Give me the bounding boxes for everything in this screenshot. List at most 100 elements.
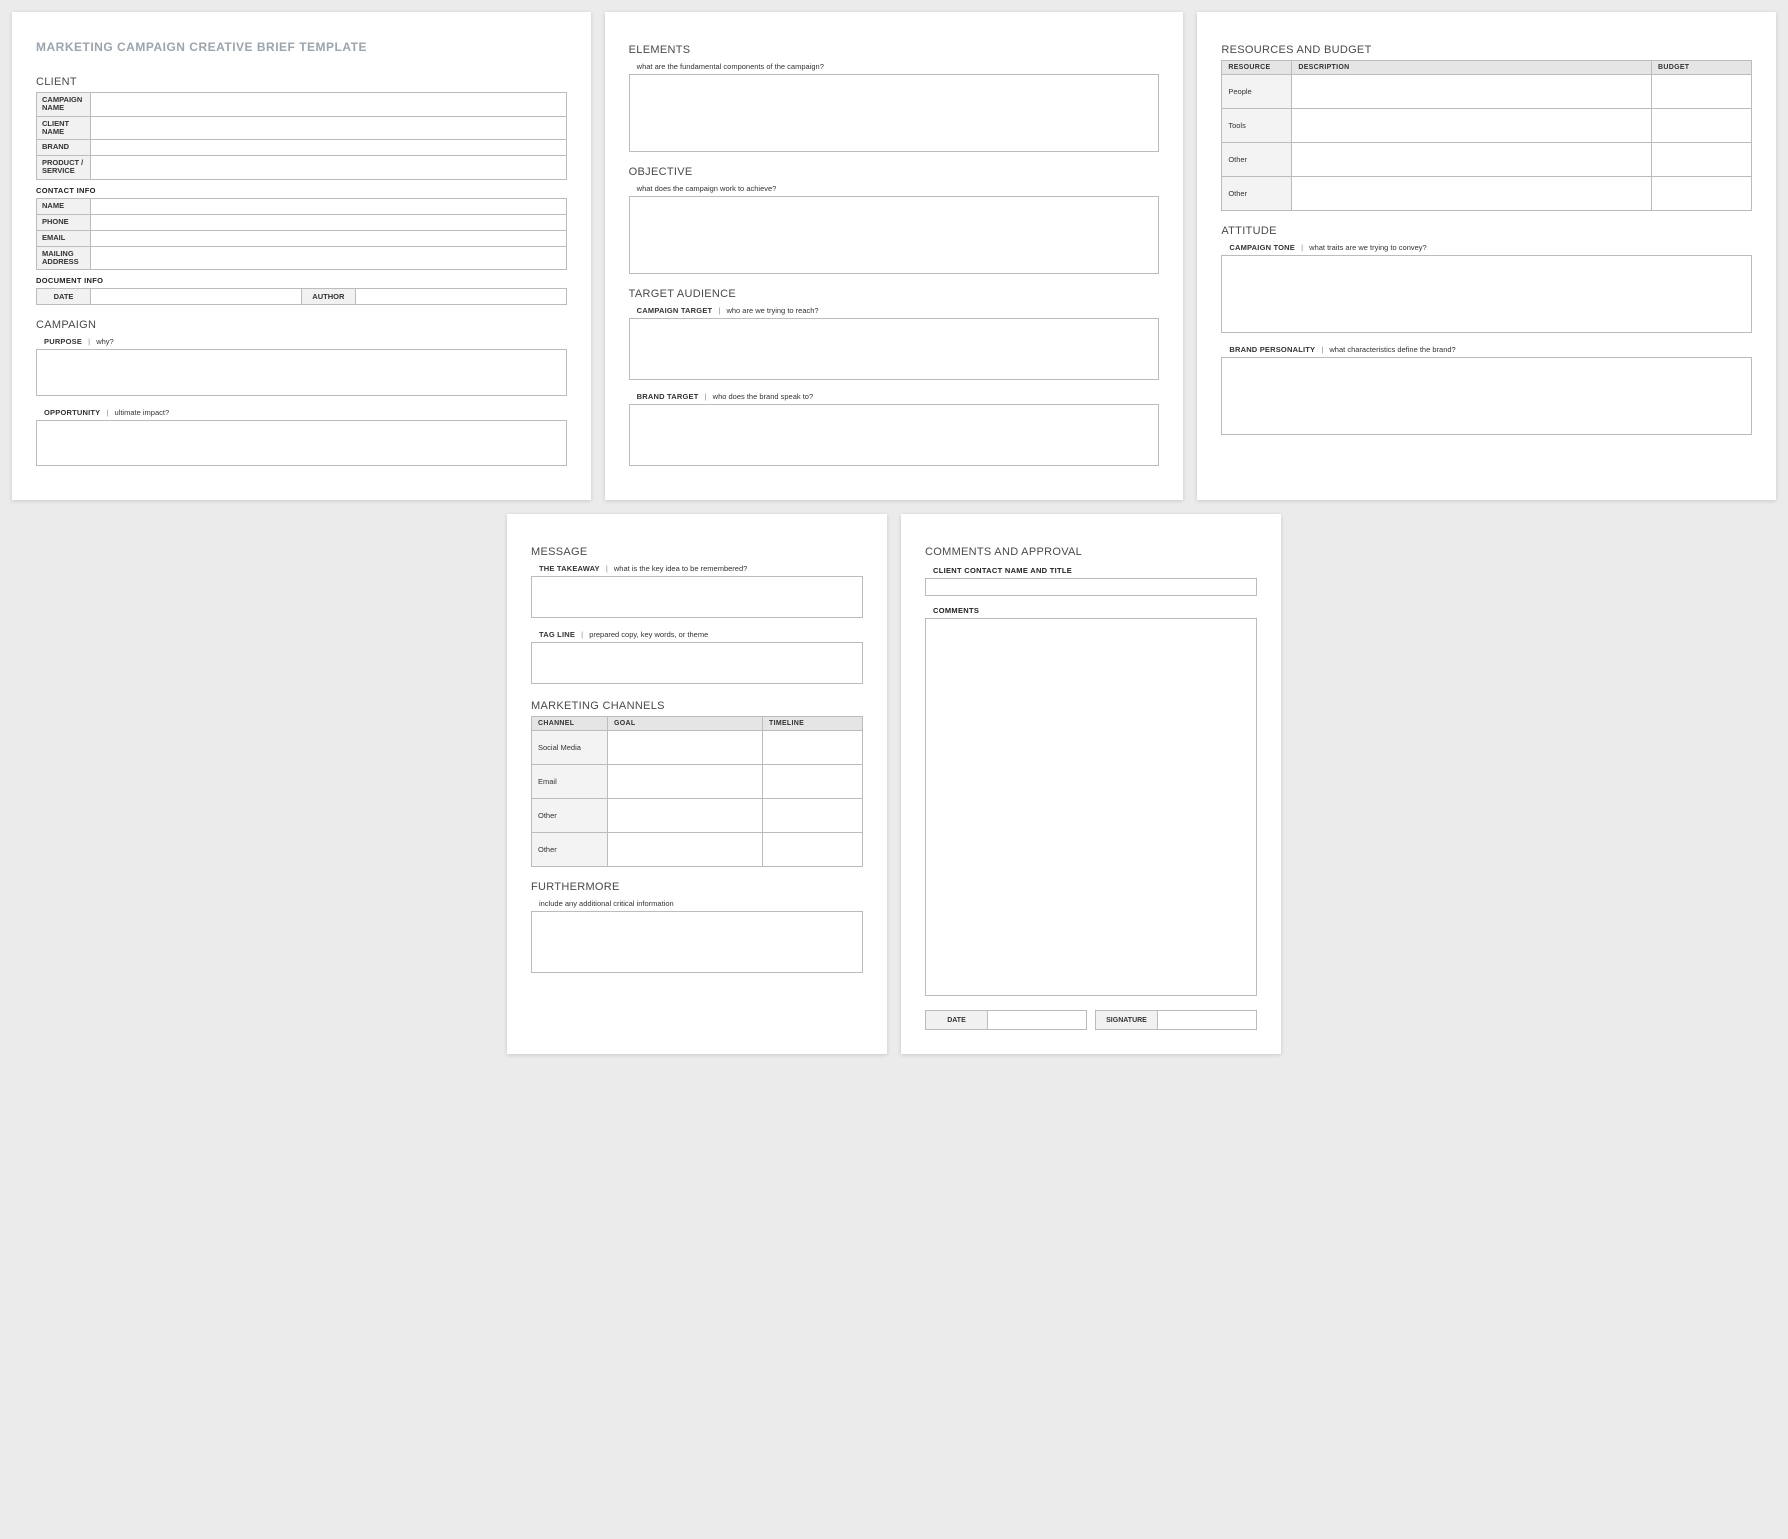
- input-phone[interactable]: [91, 214, 567, 230]
- purpose-prompt: PURPOSE | why?: [44, 337, 567, 346]
- contact-info-heading: CONTACT INFO: [36, 186, 567, 195]
- purpose-textarea[interactable]: [36, 349, 567, 396]
- tagline-prompt: TAG LINE | prepared copy, key words, or …: [539, 630, 863, 639]
- contact-fields-table: NAME PHONE EMAIL MAILING ADDRESS: [36, 198, 567, 271]
- signature-row: DATE SIGNATURE: [925, 1010, 1257, 1030]
- cell-description[interactable]: [1292, 143, 1652, 177]
- brand-personality-hint: what characteristics define the brand?: [1329, 345, 1455, 354]
- document-info-table: DATE AUTHOR: [36, 288, 567, 305]
- section-campaign: CAMPAIGN: [36, 319, 567, 331]
- takeaway-textarea[interactable]: [531, 576, 863, 618]
- campaign-tone-textarea[interactable]: [1221, 255, 1752, 333]
- campaign-target-hint: who are we trying to reach?: [726, 306, 818, 315]
- input-author[interactable]: [355, 289, 566, 305]
- document-title: MARKETING CAMPAIGN CREATIVE BRIEF TEMPLA…: [36, 40, 567, 54]
- brand-personality-label: BRAND PERSONALITY: [1229, 345, 1315, 354]
- brand-personality-textarea[interactable]: [1221, 357, 1752, 435]
- campaign-target-textarea[interactable]: [629, 318, 1160, 380]
- brand-target-textarea[interactable]: [629, 404, 1160, 466]
- page-2: ELEMENTS what are the fundamental compon…: [605, 12, 1184, 500]
- tagline-label: TAG LINE: [539, 630, 575, 639]
- purpose-label: PURPOSE: [44, 337, 82, 346]
- purpose-hint: why?: [96, 337, 114, 346]
- opportunity-label: OPPORTUNITY: [44, 408, 100, 417]
- label-campaign-name: CAMPAIGN NAME: [37, 93, 91, 117]
- campaign-target-label: CAMPAIGN TARGET: [637, 306, 713, 315]
- label-mailing-address: MAILING ADDRESS: [37, 246, 91, 270]
- takeaway-hint: what is the key idea to be remembered?: [614, 564, 747, 573]
- comments-label: COMMENTS: [933, 606, 1257, 615]
- signature-input[interactable]: [1158, 1011, 1256, 1029]
- cell-timeline[interactable]: [763, 731, 863, 765]
- furthermore-textarea[interactable]: [531, 911, 863, 973]
- campaign-target-prompt: CAMPAIGN TARGET | who are we trying to r…: [637, 306, 1160, 315]
- cell-goal[interactable]: [608, 799, 763, 833]
- cell-goal[interactable]: [608, 765, 763, 799]
- date-label: DATE: [926, 1011, 988, 1029]
- brand-personality-prompt: BRAND PERSONALITY | what characteristics…: [1229, 345, 1752, 354]
- client-contact-input[interactable]: [925, 578, 1257, 596]
- brand-target-prompt: BRAND TARGET | who does the brand speak …: [637, 392, 1160, 401]
- tagline-textarea[interactable]: [531, 642, 863, 684]
- cell-goal[interactable]: [608, 833, 763, 867]
- cell-timeline[interactable]: [763, 799, 863, 833]
- cell-timeline[interactable]: [763, 833, 863, 867]
- col-budget: BUDGET: [1652, 61, 1752, 75]
- label-phone: PHONE: [37, 214, 91, 230]
- section-marketing-channels: MARKETING CHANNELS: [531, 700, 863, 712]
- table-row: Other: [532, 799, 863, 833]
- cell-timeline[interactable]: [763, 765, 863, 799]
- cell-budget[interactable]: [1652, 143, 1752, 177]
- input-mailing-address[interactable]: [91, 246, 567, 270]
- label-name: NAME: [37, 198, 91, 214]
- cell-description[interactable]: [1292, 177, 1652, 211]
- opportunity-textarea[interactable]: [36, 420, 567, 467]
- cell-description[interactable]: [1292, 75, 1652, 109]
- label-date: DATE: [37, 289, 91, 305]
- input-client-name[interactable]: [91, 116, 567, 140]
- cell-budget[interactable]: [1652, 177, 1752, 211]
- brand-target-label: BRAND TARGET: [637, 392, 699, 401]
- col-channel: CHANNEL: [532, 717, 608, 731]
- table-row: Social Media: [532, 731, 863, 765]
- input-email[interactable]: [91, 230, 567, 246]
- client-fields-table: CAMPAIGN NAME CLIENT NAME BRAND PRODUCT …: [36, 92, 567, 180]
- objective-textarea[interactable]: [629, 196, 1160, 274]
- table-row: Other: [532, 833, 863, 867]
- date-input[interactable]: [988, 1011, 1086, 1029]
- input-product-service[interactable]: [91, 156, 567, 180]
- table-row: Other: [1222, 143, 1752, 177]
- label-brand: BRAND: [37, 140, 91, 156]
- section-attitude: ATTITUDE: [1221, 225, 1752, 237]
- elements-textarea[interactable]: [629, 74, 1160, 152]
- section-target-audience: TARGET AUDIENCE: [629, 288, 1160, 300]
- input-date[interactable]: [91, 289, 302, 305]
- page-1: MARKETING CAMPAIGN CREATIVE BRIEF TEMPLA…: [12, 12, 591, 500]
- comments-textarea[interactable]: [925, 618, 1257, 996]
- campaign-tone-label: CAMPAIGN TONE: [1229, 243, 1295, 252]
- cell-goal[interactable]: [608, 731, 763, 765]
- campaign-tone-hint: what traits are we trying to convey?: [1309, 243, 1427, 252]
- input-campaign-name[interactable]: [91, 93, 567, 117]
- col-goal: GOAL: [608, 717, 763, 731]
- section-client: CLIENT: [36, 76, 567, 88]
- label-email: EMAIL: [37, 230, 91, 246]
- cell-budget[interactable]: [1652, 109, 1752, 143]
- takeaway-prompt: THE TAKEAWAY | what is the key idea to b…: [539, 564, 863, 573]
- objective-hint: what does the campaign work to achieve?: [637, 184, 1160, 193]
- input-name[interactable]: [91, 198, 567, 214]
- date-block: DATE: [925, 1010, 1087, 1030]
- brand-target-hint: who does the brand speak to?: [713, 392, 814, 401]
- cell-description[interactable]: [1292, 109, 1652, 143]
- input-brand[interactable]: [91, 140, 567, 156]
- page-4: MESSAGE THE TAKEAWAY | what is the key i…: [507, 514, 887, 1054]
- cell-budget[interactable]: [1652, 75, 1752, 109]
- tagline-hint: prepared copy, key words, or theme: [589, 630, 708, 639]
- channels-table: CHANNEL GOAL TIMELINE Social Media Email…: [531, 716, 863, 867]
- signature-label: SIGNATURE: [1096, 1011, 1158, 1029]
- page-5: COMMENTS AND APPROVAL CLIENT CONTACT NAM…: [901, 514, 1281, 1054]
- elements-hint: what are the fundamental components of t…: [637, 62, 1160, 71]
- table-row: Other: [1222, 177, 1752, 211]
- document-info-heading: DOCUMENT INFO: [36, 276, 567, 285]
- opportunity-prompt: OPPORTUNITY | ultimate impact?: [44, 408, 567, 417]
